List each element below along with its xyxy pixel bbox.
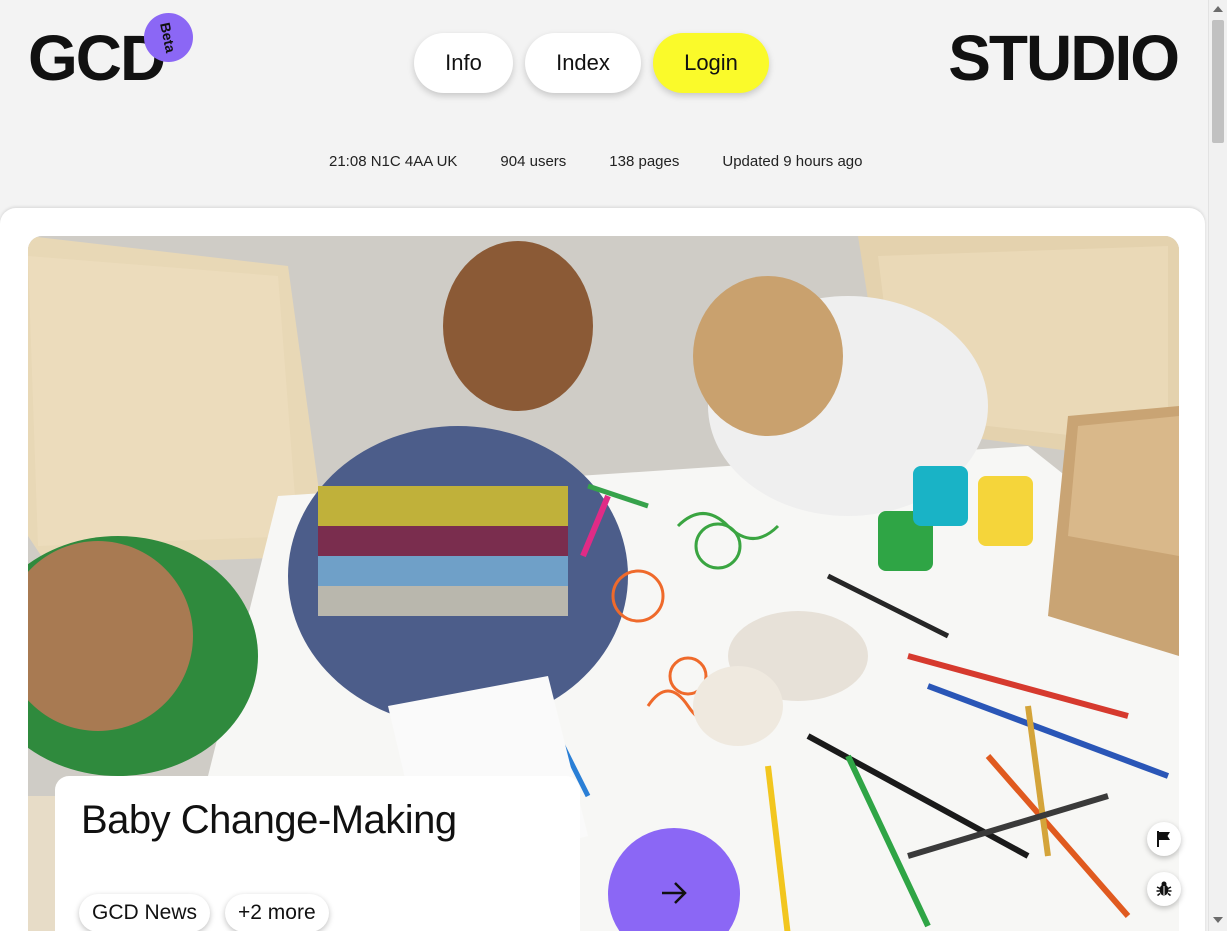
tag-gcd-news[interactable]: GCD News — [79, 894, 211, 931]
stats-bar: 21:08 N1C 4AA UK 904 users 138 pages Upd… — [329, 153, 862, 170]
tag-more[interactable]: +2 more — [225, 894, 329, 931]
info-button[interactable]: Info — [414, 33, 513, 93]
users-count: 904 users — [500, 153, 567, 170]
scroll-up-icon[interactable] — [1213, 6, 1223, 12]
scroll-down-icon[interactable] — [1213, 917, 1223, 923]
updated-time: Updated 9 hours ago — [722, 153, 863, 170]
login-button[interactable]: Login — [653, 33, 769, 93]
bug-report-button[interactable] — [1147, 872, 1181, 906]
index-button[interactable]: Index — [525, 33, 641, 93]
pages-count: 138 pages — [609, 153, 680, 170]
scroll-thumb[interactable] — [1212, 20, 1224, 143]
feature-title[interactable]: Baby Change-Making — [81, 798, 457, 843]
page: GCD Beta Info Index Login STUDIO 21:08 N… — [0, 0, 1227, 931]
flag-icon — [1157, 831, 1170, 847]
arrow-right-icon — [662, 882, 687, 904]
time-location: 21:08 N1C 4AA UK — [329, 153, 458, 170]
main-nav: Info Index Login — [414, 33, 769, 93]
feature-info-panel: Baby Change-Making GCD News +2 more — [55, 776, 580, 931]
studio-title: STUDIO — [948, 22, 1180, 94]
flag-button[interactable] — [1147, 822, 1181, 856]
bug-icon — [1156, 881, 1172, 897]
page-scrollbar[interactable] — [1208, 0, 1227, 931]
